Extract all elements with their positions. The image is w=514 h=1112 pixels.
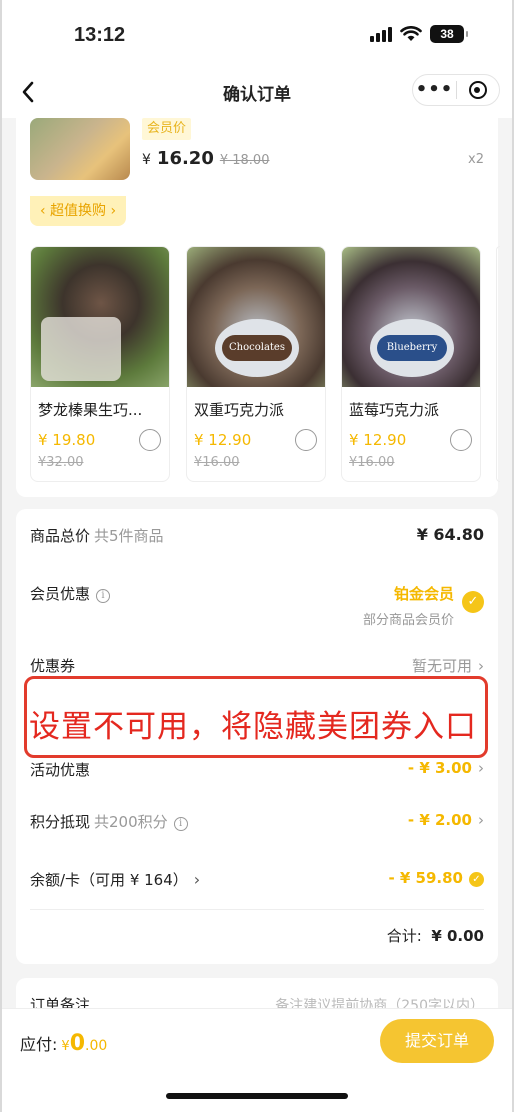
activity-amount: - ¥ 3.00	[407, 759, 472, 777]
goods-total-row: 商品总价 共5件商品 ¥ 64.80	[30, 525, 484, 546]
points-label: 积分抵现	[30, 813, 91, 831]
coupon-status: 暂无可用	[411, 657, 472, 675]
nav-bar: 确认订单 •••	[0, 70, 514, 118]
upsell-item-name: 梦龙榛果生巧...	[38, 401, 143, 419]
activity-value: - ¥ 3.00 ›	[408, 759, 484, 777]
coupon-value: 暂无可用 ›	[412, 655, 484, 676]
bottom-bar: 应付: ¥0.00 提交订单	[0, 1008, 514, 1112]
product-image	[31, 247, 169, 387]
total-label: 合计:	[386, 927, 422, 945]
goods-total-value: ¥ 64.80	[416, 525, 484, 544]
upsell-item-old-price: ¥16.00	[194, 455, 240, 470]
remark-label: 订单备注	[30, 996, 91, 1008]
price-currency: ¥	[142, 152, 151, 168]
chevron-right-icon: ›	[193, 870, 201, 889]
remark-card[interactable]: 订单备注 备注建议提前协商（250字以内）	[16, 978, 498, 1008]
points-value: - ¥ 2.00 ›	[408, 811, 484, 829]
payable-integer: 0	[69, 1031, 85, 1056]
upsell-item-old-price: ¥32.00	[38, 455, 84, 470]
upsell-item[interactable]: Chocolates 双重巧克力派 ¥ 12.90 ¥16.00	[186, 246, 326, 482]
more-button[interactable]: •••	[413, 75, 456, 105]
price-current: 16.20	[156, 148, 214, 169]
status-bar: 13:12 38	[0, 0, 514, 70]
balance-value: - ¥ 59.80 ✓	[388, 869, 484, 887]
submit-order-button[interactable]: 提交订单	[380, 1019, 494, 1063]
status-time: 13:12	[74, 24, 126, 46]
chevron-right-icon: ›	[478, 657, 484, 675]
member-level: 铂金会员	[393, 585, 454, 603]
target-icon	[468, 81, 487, 99]
product-image: Blueberry	[342, 247, 480, 387]
product-thumbnail	[30, 118, 130, 180]
package-lid: Chocolates	[215, 319, 299, 377]
coupon-label: 优惠券	[30, 657, 76, 675]
upsell-item-old-price: ¥16.00	[349, 455, 395, 470]
payable-decimal: .00	[85, 1038, 108, 1054]
upsell-item-price: ¥ 12.90	[194, 431, 252, 449]
product-quantity: x2	[468, 152, 484, 167]
home-indicator[interactable]	[166, 1093, 348, 1099]
wifi-icon	[400, 26, 422, 41]
price-original: ¥ 18.00	[219, 153, 270, 168]
upsell-item-name: 双重巧克力派	[194, 401, 285, 419]
member-discount-row[interactable]: 会员优惠 i 铂金会员 部分商品会员价 ✓	[30, 583, 484, 633]
annotation-text: 设置不可用，将隐藏美团券入口	[29, 709, 477, 745]
activity-label: 活动优惠	[30, 761, 91, 779]
miniprogram-capsule: •••	[412, 74, 500, 106]
order-content[interactable]: 会员价 ¥ 16.20 ¥ 18.00 x2 ‹ 超值换购 › 梦龙榛果生巧..…	[0, 118, 514, 1008]
status-icons: 38	[370, 25, 468, 43]
upsell-item-price: ¥ 19.80	[38, 431, 96, 449]
select-radio[interactable]	[450, 429, 472, 451]
payable-currency: ¥	[61, 1039, 70, 1054]
points-row[interactable]: 积分抵现 共200积分 i - ¥ 2.00 ›	[30, 811, 484, 832]
upsell-card: ‹ 超值换购 › 梦龙榛果生巧... ¥ 19.80 ¥32.00 Chocol…	[16, 194, 500, 497]
package-label: Blueberry	[377, 335, 447, 361]
goods-count: 共5件商品	[94, 527, 164, 545]
info-icon[interactable]: i	[173, 817, 188, 831]
upsell-item[interactable]: Blueberry 蓝莓巧克力派 ¥ 12.90 ¥16.00	[341, 246, 481, 482]
balance-row[interactable]: 余额/卡（可用 ¥ 164） › - ¥ 59.80 ✓	[30, 869, 484, 890]
upsell-item-peek	[496, 246, 500, 482]
check-icon[interactable]: ✓	[462, 591, 484, 613]
total-value-group: 合计: ¥ 0.00	[387, 925, 484, 946]
activity-discount-row[interactable]: 活动优惠 - ¥ 3.00 ›	[30, 759, 484, 780]
battery-icon: 38	[430, 25, 468, 43]
select-radio[interactable]	[139, 429, 161, 451]
coupon-row[interactable]: 优惠券 暂无可用 ›	[30, 655, 484, 676]
member-price-tag: 会员价	[142, 118, 192, 140]
member-note: 部分商品会员价	[362, 613, 454, 628]
product-image: Chocolates	[187, 247, 325, 387]
signal-icon	[370, 26, 392, 42]
total-amount: ¥ 0.00	[431, 927, 484, 945]
member-discount-label: 会员优惠	[30, 585, 91, 603]
upsell-item-name: 蓝莓巧克力派	[349, 401, 440, 419]
info-icon[interactable]: i	[96, 589, 111, 603]
check-icon[interactable]: ✓	[469, 872, 484, 887]
remark-input[interactable]: 备注建议提前协商（250字以内）	[275, 995, 484, 1008]
package-lid: Blueberry	[370, 319, 454, 377]
goods-total-label: 商品总价	[30, 527, 91, 545]
product-price-row: ¥ 16.20 ¥ 18.00	[142, 148, 269, 169]
payable-label: 应付:	[20, 1035, 58, 1054]
upsell-item-price: ¥ 12.90	[349, 431, 407, 449]
upsell-tag: ‹ 超值换购 ›	[30, 196, 127, 226]
divider	[30, 909, 484, 910]
annotation-box: 设置不可用，将隐藏美团券入口	[24, 676, 488, 758]
package-label: Chocolates	[222, 335, 292, 361]
upsell-item[interactable]: 梦龙榛果生巧... ¥ 19.80 ¥32.00	[30, 246, 170, 482]
close-miniprogram-button[interactable]	[457, 81, 499, 99]
points-count: 共200积分	[94, 813, 168, 831]
balance-label: 余额/卡（可用 ¥ 164）	[30, 871, 188, 889]
chevron-right-icon: ›	[478, 811, 484, 829]
payable-amount: 应付: ¥0.00	[20, 1031, 107, 1056]
select-radio[interactable]	[295, 429, 317, 451]
cup-shape	[41, 317, 121, 381]
balance-amount: - ¥ 59.80	[388, 869, 463, 887]
chevron-right-icon: ›	[478, 759, 484, 777]
points-amount: - ¥ 2.00	[407, 811, 472, 829]
